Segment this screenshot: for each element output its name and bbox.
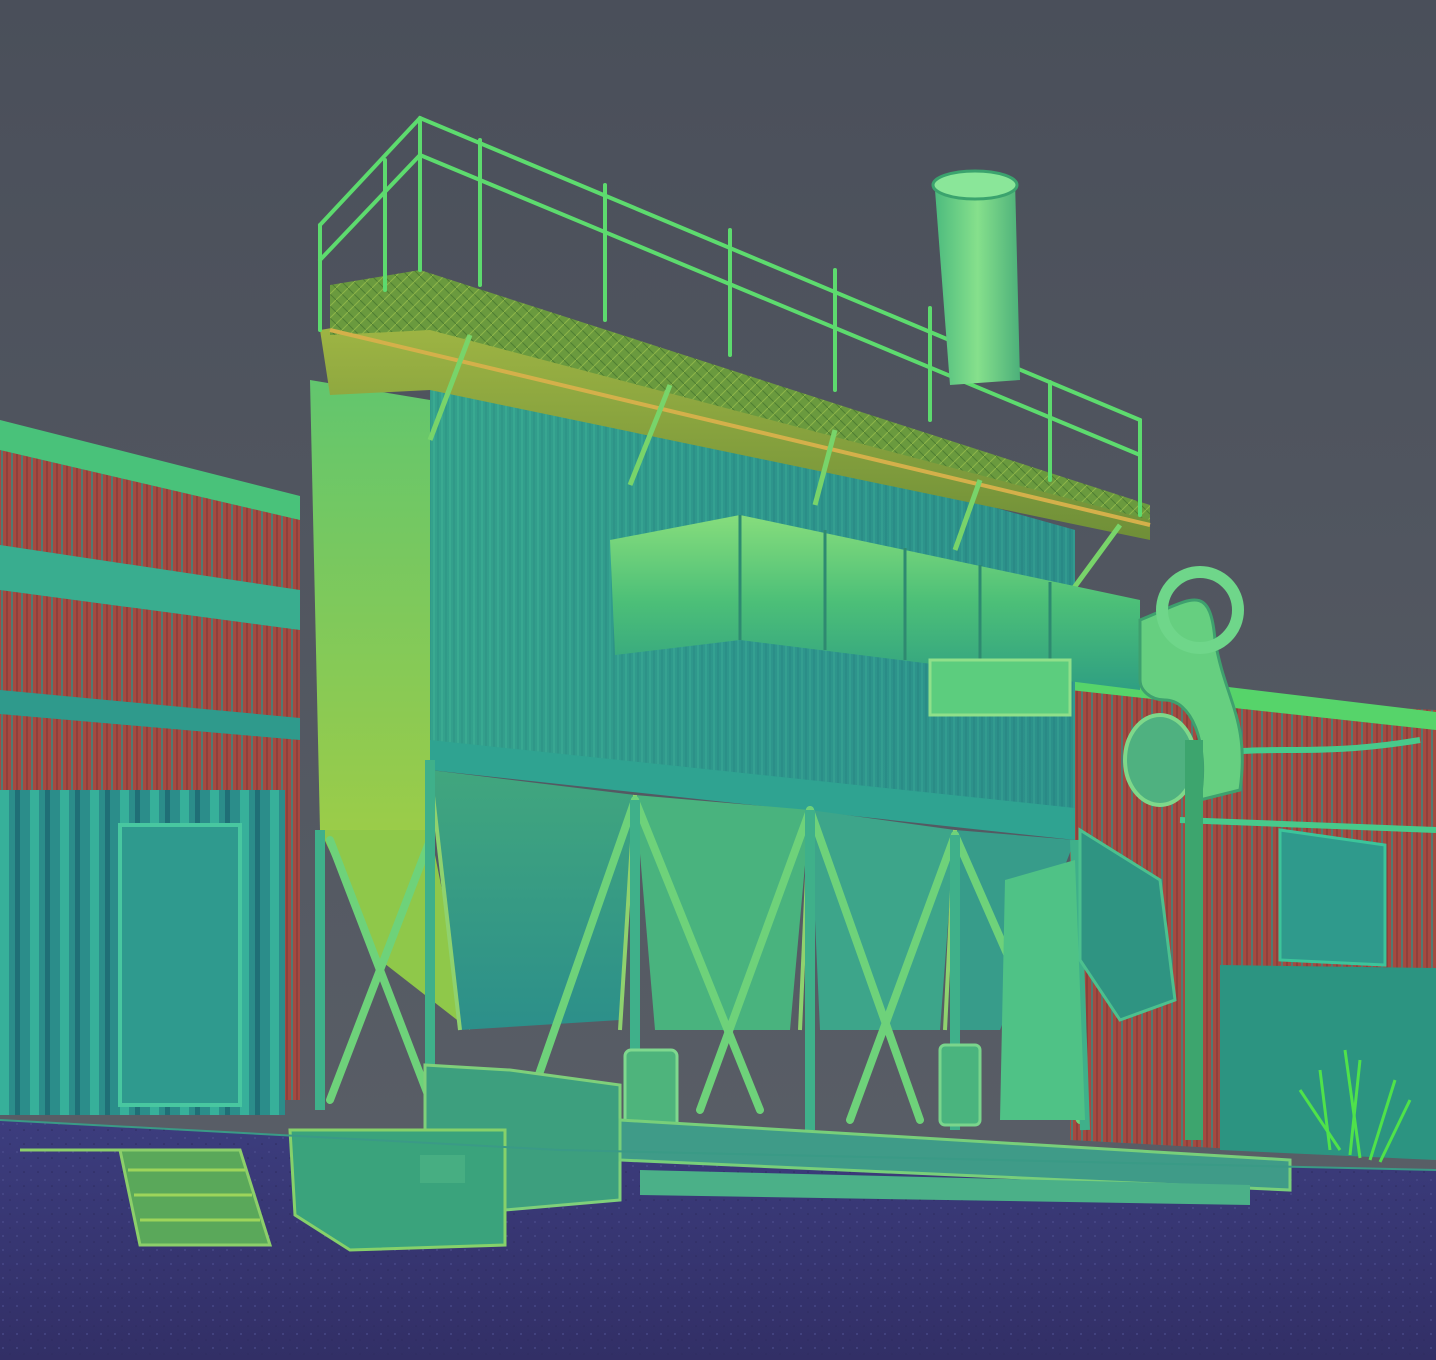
large-column (1000, 860, 1085, 1120)
duct-flange (928, 658, 1072, 717)
hopper-3 (635, 795, 810, 1030)
hopper-4 (810, 810, 955, 1030)
exhaust-stack-top (931, 169, 1019, 201)
hopper-2 (430, 770, 635, 1030)
vertical-pipe (1185, 740, 1203, 1140)
point-cloud-viewport[interactable] (0, 0, 1436, 1360)
bin-label-area (420, 1155, 465, 1183)
point-cloud-scene[interactable] (0, 0, 1436, 1360)
right-building-opening (1278, 828, 1387, 967)
exhaust-stack (935, 180, 1020, 385)
container-door (118, 823, 242, 1107)
collector-side-panel (310, 380, 430, 840)
drum-2 (938, 1043, 982, 1127)
bin-front (288, 1128, 507, 1252)
pipe-lower-bend (1123, 713, 1197, 807)
